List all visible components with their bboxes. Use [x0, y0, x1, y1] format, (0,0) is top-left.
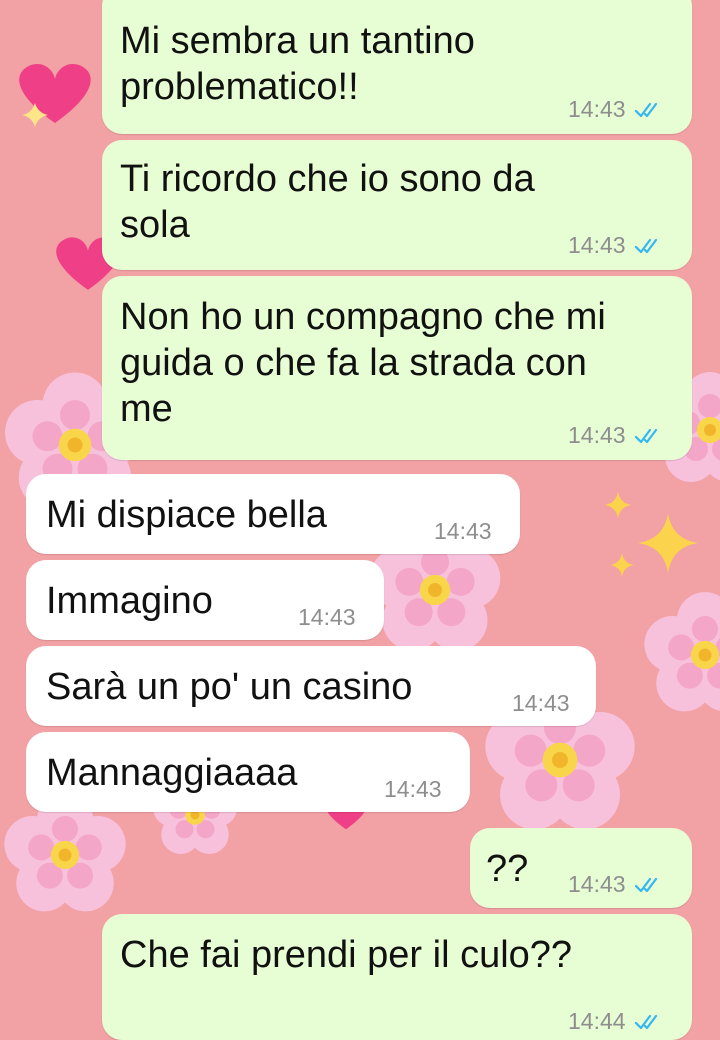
- double-check-read-icon: [634, 428, 657, 443]
- double-check-read-icon: [634, 877, 657, 892]
- message-text: Sarà un po' un casino: [46, 666, 413, 708]
- message-meta: 14:43: [568, 232, 662, 259]
- message-text: Mi sembra un tantino problematico!!: [120, 20, 475, 108]
- message-meta: 14:43: [568, 96, 662, 123]
- message-text: Mannaggiaaaa: [46, 752, 298, 794]
- message-timestamp: 14:43: [434, 518, 492, 544]
- message-meta: 14:43: [512, 690, 570, 717]
- message-timestamp: 14:43: [568, 871, 626, 897]
- sparkles-icon: [604, 491, 698, 577]
- message-timestamp: 14:43: [568, 232, 626, 258]
- message-timestamp: 14:43: [568, 422, 626, 448]
- message-text: Immagino: [46, 580, 213, 622]
- message-text: Non ho un compagno che mi guida o che fa…: [120, 296, 606, 430]
- double-check-read-icon: [634, 238, 657, 253]
- message-meta: 14:44: [568, 1008, 662, 1035]
- message-meta: 14:43: [568, 422, 662, 449]
- message-meta: 14:43: [568, 871, 662, 898]
- message-text: ??: [486, 848, 529, 890]
- message-meta: 14:43: [298, 604, 356, 631]
- message-meta: 14:43: [384, 776, 442, 803]
- message-text: Mi dispiace bella: [46, 494, 327, 536]
- message-timestamp: 14:43: [384, 776, 442, 802]
- cherry-blossom-icon: [644, 592, 720, 712]
- double-check-read-icon: [634, 102, 657, 117]
- message-timestamp: 14:43: [512, 690, 570, 716]
- message-timestamp: 14:43: [298, 604, 356, 630]
- message-meta: 14:43: [434, 518, 492, 545]
- message-text: Ti ricordo che io sono da sola: [120, 158, 535, 246]
- message-text: Che fai prendi per il culo??: [120, 934, 573, 976]
- double-check-read-icon: [634, 1014, 657, 1029]
- sparkling-heart-icon: [19, 63, 91, 127]
- message-timestamp: 14:44: [568, 1008, 626, 1034]
- message-timestamp: 14:43: [568, 96, 626, 122]
